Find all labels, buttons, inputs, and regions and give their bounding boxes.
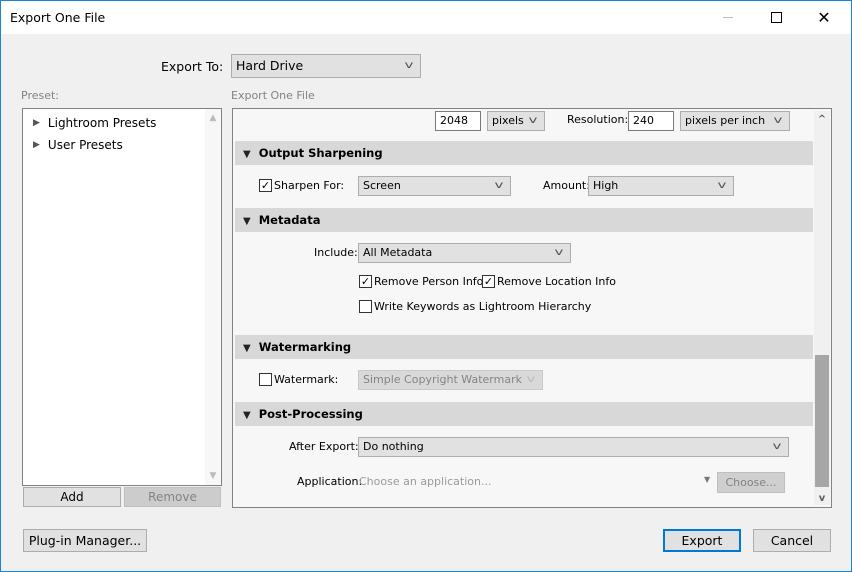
sharpen-for-value: Screen xyxy=(363,179,401,192)
preset-folder-label: User Presets xyxy=(47,138,123,152)
chevron-down-icon: v xyxy=(773,115,783,126)
section-header-post-processing[interactable]: ▼ Post-Processing xyxy=(235,402,813,426)
minimize-icon xyxy=(723,17,733,18)
section-title: Post-Processing xyxy=(258,407,363,421)
preset-list: ▶ Lightroom Presets ▶ User Presets ▲ ▼ xyxy=(22,108,222,486)
preset-folder-user[interactable]: ▶ User Presets xyxy=(33,138,123,152)
scroll-up-icon[interactable]: ^ xyxy=(814,114,830,125)
cancel-button[interactable]: Cancel xyxy=(753,529,831,552)
preset-label: Preset: xyxy=(21,89,60,102)
write-keywords-label: Write Keywords as Lightroom Hierarchy xyxy=(374,300,592,313)
sharpen-for-label: Sharpen For: xyxy=(274,179,345,192)
collapse-triangle-icon: ▼ xyxy=(243,410,251,421)
chevron-down-icon: v xyxy=(554,247,564,258)
size-unit-value: pixels xyxy=(492,114,524,127)
size-unit-dropdown[interactable]: pixels v xyxy=(487,111,545,131)
section-title: Output Sharpening xyxy=(258,146,383,160)
remove-location-info-label: Remove Location Info xyxy=(497,275,616,288)
sharpen-for-dropdown[interactable]: Screen v xyxy=(358,176,511,196)
amount-label: Amount: xyxy=(543,179,590,192)
export-to-value: Hard Drive xyxy=(236,58,304,73)
export-to-dropdown[interactable]: Hard Drive v xyxy=(231,54,421,78)
section-header-metadata[interactable]: ▼ Metadata xyxy=(235,208,813,232)
include-value: All Metadata xyxy=(363,246,433,259)
chevron-down-icon: v xyxy=(772,441,782,452)
size-input[interactable]: 2048 xyxy=(435,111,481,131)
maximize-button[interactable] xyxy=(753,1,799,34)
section-header-output-sharpening[interactable]: ▼ Output Sharpening xyxy=(235,141,813,165)
export-button[interactable]: Export xyxy=(663,529,741,552)
checkbox-unchecked-icon[interactable] xyxy=(359,300,372,313)
after-export-dropdown[interactable]: Do nothing v xyxy=(358,437,789,457)
remove-person-info-checkbox[interactable]: ✓ Remove Person Info xyxy=(359,275,483,288)
settings-panel-label: Export One File xyxy=(231,89,315,102)
settings-scrollbar[interactable]: ^ v xyxy=(814,111,830,505)
after-export-value: Do nothing xyxy=(363,440,424,453)
collapse-triangle-icon: ▼ xyxy=(243,216,251,227)
sharpen-for-checkbox[interactable]: ✓ Sharpen For: xyxy=(259,179,344,192)
scroll-down-icon[interactable]: ▼ xyxy=(205,471,221,481)
close-button[interactable]: ✕ xyxy=(801,1,847,34)
chevron-down-icon: v xyxy=(526,374,536,385)
section-header-watermarking[interactable]: ▼ Watermarking xyxy=(235,335,813,359)
amount-value: High xyxy=(593,179,619,192)
remove-preset-button[interactable]: Remove xyxy=(124,487,221,507)
expand-triangle-icon[interactable]: ▶ xyxy=(33,118,40,128)
include-label: Include: xyxy=(314,246,358,259)
application-dropdown[interactable]: Choose an application... xyxy=(359,475,491,488)
close-icon: ✕ xyxy=(817,7,831,27)
scrollbar-thumb[interactable] xyxy=(815,355,829,487)
resolution-label: Resolution: xyxy=(567,113,629,126)
choose-application-button[interactable]: Choose... xyxy=(717,472,785,493)
expand-triangle-icon[interactable]: ▶ xyxy=(33,140,40,150)
preset-scrollbar[interactable]: ▲ ▼ xyxy=(205,109,221,485)
amount-dropdown[interactable]: High v xyxy=(588,176,734,196)
window-title: Export One File xyxy=(10,10,106,25)
collapse-triangle-icon: ▼ xyxy=(243,149,251,160)
preset-folder-lightroom[interactable]: ▶ Lightroom Presets xyxy=(33,116,156,130)
minimize-button[interactable] xyxy=(705,1,751,34)
resolution-input[interactable]: 240 xyxy=(628,111,674,131)
write-keywords-checkbox[interactable]: Write Keywords as Lightroom Hierarchy xyxy=(359,300,591,313)
chevron-down-icon: v xyxy=(528,115,538,126)
dropdown-arrow-icon[interactable]: ▼ xyxy=(704,475,710,484)
plugin-manager-button[interactable]: Plug-in Manager... xyxy=(23,529,147,552)
chevron-down-icon: v xyxy=(404,60,414,71)
checkbox-checked-icon[interactable]: ✓ xyxy=(359,275,372,288)
watermark-dropdown[interactable]: Simple Copyright Watermark v xyxy=(358,370,543,390)
checkbox-checked-icon[interactable]: ✓ xyxy=(482,275,495,288)
add-preset-button[interactable]: Add xyxy=(23,487,121,507)
preset-folder-label: Lightroom Presets xyxy=(47,116,157,130)
scroll-up-icon[interactable]: ▲ xyxy=(205,113,221,123)
chevron-down-icon: v xyxy=(494,180,504,191)
export-to-label: Export To: xyxy=(161,59,224,74)
collapse-triangle-icon: ▼ xyxy=(243,343,251,354)
application-label: Application: xyxy=(297,475,363,488)
title-bar: Export One File ✕ xyxy=(1,1,851,34)
export-dialog: Export One File ✕ Export To: Hard Drive … xyxy=(0,0,852,572)
remove-location-info-checkbox[interactable]: ✓ Remove Location Info xyxy=(482,275,616,288)
section-title: Watermarking xyxy=(258,340,352,354)
checkbox-checked-icon[interactable]: ✓ xyxy=(259,179,272,192)
export-settings-panel: 2048 pixels v Resolution: 240 pixels per… xyxy=(232,108,832,508)
chevron-down-icon: v xyxy=(717,180,727,191)
watermark-label: Watermark: xyxy=(274,373,339,386)
resolution-unit-dropdown[interactable]: pixels per inch v xyxy=(680,111,790,131)
section-title: Metadata xyxy=(258,213,321,227)
resolution-unit-value: pixels per inch xyxy=(685,114,766,127)
scroll-down-icon[interactable]: v xyxy=(814,493,830,504)
remove-person-info-label: Remove Person Info xyxy=(374,275,484,288)
include-dropdown[interactable]: All Metadata v xyxy=(358,243,571,263)
maximize-icon xyxy=(770,12,782,23)
after-export-label: After Export: xyxy=(289,440,359,453)
watermark-checkbox[interactable]: Watermark: xyxy=(259,373,338,386)
watermark-value: Simple Copyright Watermark xyxy=(363,373,522,386)
checkbox-unchecked-icon[interactable] xyxy=(259,373,272,386)
